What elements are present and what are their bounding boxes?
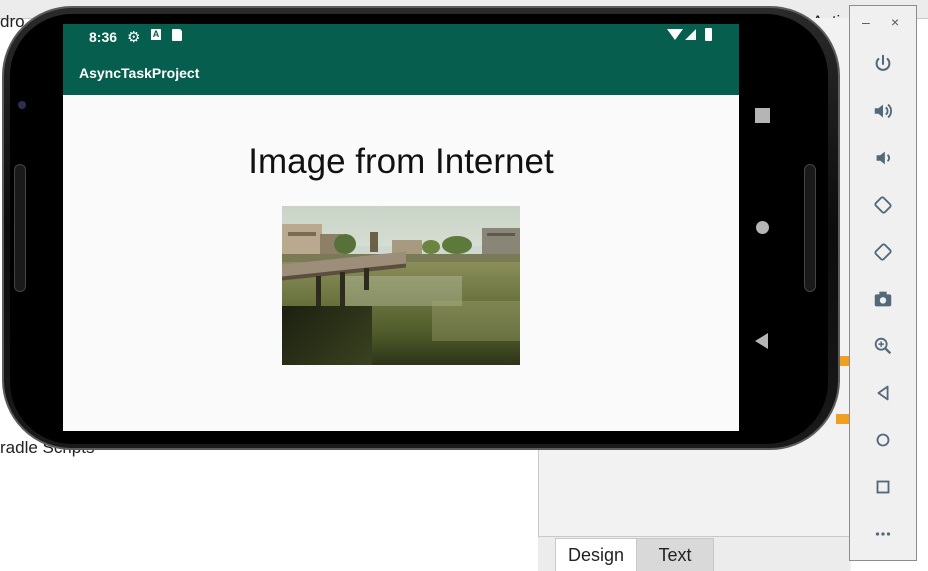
battery-icon [705, 28, 712, 41]
tab-text[interactable]: Text [636, 538, 714, 571]
signal-icon [685, 29, 696, 40]
more-icon[interactable] [868, 519, 898, 549]
image-heading: Image from Internet [248, 142, 554, 181]
close-button[interactable]: × [891, 14, 899, 30]
camera-icon[interactable] [868, 284, 898, 314]
rotate-right-icon[interactable] [868, 237, 898, 267]
home-icon[interactable] [868, 425, 898, 455]
power-icon[interactable] [868, 49, 898, 79]
tab-design[interactable]: Design [555, 538, 637, 571]
volume-down-icon[interactable] [868, 143, 898, 173]
device-screen: 8:36 ⚙ A AsyncTaskProject Image from Int… [63, 24, 739, 431]
home-key[interactable] [756, 221, 769, 234]
zoom-icon[interactable] [868, 331, 898, 361]
phone-speaker-right [804, 164, 816, 292]
status-bar: 8:36 ⚙ A [63, 24, 739, 50]
overview-key[interactable] [755, 108, 770, 123]
minimize-button[interactable]: – [862, 14, 870, 30]
a-icon: A [151, 29, 161, 40]
ide-marker [836, 414, 850, 424]
sd-card-icon [172, 29, 182, 41]
volume-up-icon[interactable] [868, 96, 898, 126]
status-time: 8:36 [89, 29, 118, 45]
app-title: AsyncTaskProject [79, 65, 200, 81]
wifi-icon [667, 29, 683, 40]
back-icon[interactable] [868, 378, 898, 408]
back-key[interactable] [755, 333, 768, 349]
gear-icon: ⚙ [127, 29, 141, 46]
downloaded-image [282, 206, 520, 365]
overview-icon[interactable] [868, 472, 898, 502]
phone-speaker-left [14, 164, 26, 292]
rotate-left-icon[interactable] [868, 190, 898, 220]
front-camera [18, 101, 26, 109]
